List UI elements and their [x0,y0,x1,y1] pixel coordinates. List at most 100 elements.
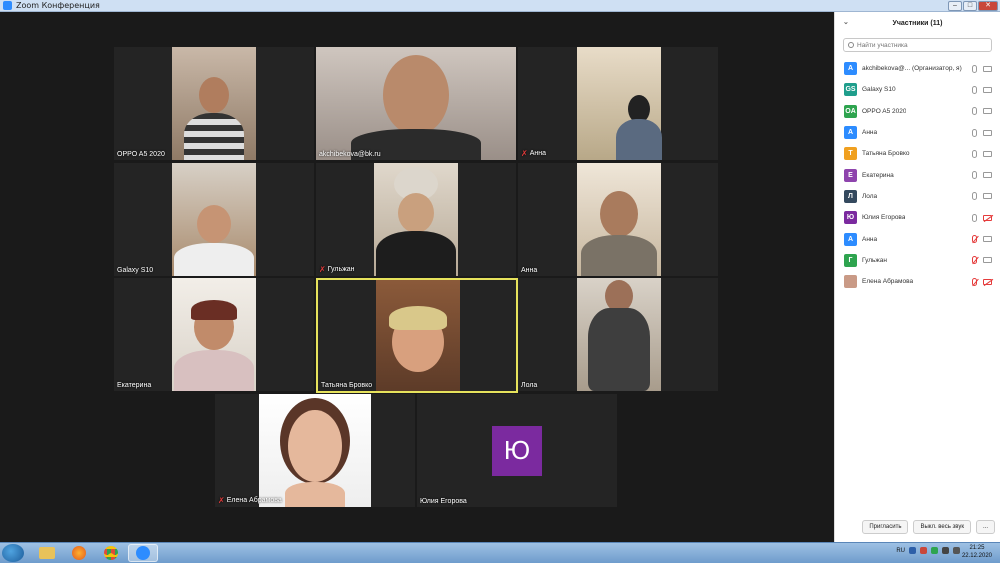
zoom-taskbar-icon[interactable] [128,544,158,562]
chrome-icon[interactable] [96,544,126,562]
video-feed [374,163,458,276]
zoom-app-icon [3,1,12,10]
participant-name-tag: Екатерина [117,382,152,389]
video-icon[interactable] [983,172,992,179]
search-box[interactable] [843,38,992,52]
video-icon[interactable] [983,193,992,200]
video-icon[interactable] [983,108,992,115]
alert-flag-icon[interactable] [920,547,927,554]
muted-mic-icon[interactable] [972,277,977,286]
participant-avatar: OA [844,104,857,118]
volume-icon[interactable] [953,547,960,554]
participant-name: Анна [862,235,878,243]
participant-name-tag: ✗ Анна [521,149,546,158]
participant-avatar: Г [844,253,857,267]
video-feed [577,47,662,160]
mute-all-button[interactable]: Выкл. весь звук [913,520,971,534]
mic-icon[interactable] [972,107,977,116]
participant-name: Елена Абрамова [862,278,914,286]
participant-name-tag: Galaxy S10 [117,267,154,274]
participant-row[interactable]: Aakchibekova@... (Организатор, я) [835,58,1000,79]
participant-row[interactable]: Елена Абрамова [835,271,1000,292]
invite-button[interactable]: Пригласить [862,520,909,534]
participant-name: Лола [862,192,878,200]
video-tile[interactable]: akchibekova@bk.ru [316,47,516,160]
video-tile[interactable]: ✗ Гульжан [316,163,516,276]
video-icon[interactable] [983,65,992,72]
maximize-button[interactable]: □ [963,1,977,11]
clock-date: 22.12.2020 [961,553,992,559]
video-tile[interactable]: Анна [518,163,718,276]
participant-status-icons [972,171,992,180]
video-tile[interactable]: Лола [518,278,718,391]
mic-icon[interactable] [972,192,977,201]
participant-avatar: Л [844,189,857,203]
video-off-icon[interactable] [983,278,992,285]
search-icon [848,42,854,48]
participant-row[interactable]: А Анна [835,122,1000,143]
video-icon[interactable] [983,257,992,264]
muted-mic-icon: ✗ [521,149,528,158]
close-button[interactable]: ✕ [978,1,998,11]
participant-row[interactable]: Г Гульжан [835,250,1000,271]
video-tile[interactable]: OPPO A5 2020 [114,47,314,160]
participant-row[interactable]: Л Лола [835,186,1000,207]
active-speaker-tile[interactable]: Татьяна Бровко [316,278,518,393]
network-icon[interactable] [942,547,949,554]
muted-mic-icon[interactable] [972,235,977,244]
video-tile[interactable]: ✗ Елена Абрамова [215,394,415,507]
chevron-down-icon[interactable]: ⌄ [843,18,849,26]
muted-mic-icon[interactable] [972,256,977,265]
participant-status-icons [972,192,992,201]
more-button[interactable]: ... [975,520,995,534]
video-feed [259,394,371,507]
participant-row[interactable]: Ю Юлия Егорова [835,207,1000,228]
participant-avatar: Е [844,168,857,182]
video-tile[interactable]: Ю Юлия Егорова [417,394,617,507]
participants-panel: ⌄ Участники (11) Aakchibekova@... (Орган… [834,12,1000,542]
participant-status-icons [972,213,992,222]
window-controls: – □ ✕ [948,1,998,11]
language-indicator[interactable]: RU [896,548,905,554]
video-tile[interactable]: Екатерина [114,278,314,391]
participant-status-icons [972,235,992,244]
mic-icon[interactable] [972,64,977,73]
app-tray-icon[interactable] [931,547,938,554]
video-off-icon[interactable] [983,214,992,221]
windows-taskbar: RU 21:25 22.12.2020 [0,542,1000,563]
mic-icon[interactable] [972,171,977,180]
mic-icon[interactable] [972,149,977,158]
mic-icon[interactable] [972,213,977,222]
participant-status-icons [972,128,992,137]
search-input[interactable] [857,41,977,49]
video-icon[interactable] [983,150,992,157]
participant-avatar [844,275,857,289]
video-icon[interactable] [983,86,992,93]
participant-name: Екатерина [862,171,894,179]
mic-icon[interactable] [972,128,977,137]
participant-row[interactable]: Т Татьяна Бровко [835,143,1000,164]
help-icon[interactable] [909,547,916,554]
participant-name: Анна [862,129,878,137]
video-icon[interactable] [983,236,992,243]
participant-avatar: А [844,126,857,140]
firefox-icon[interactable] [64,544,94,562]
muted-mic-icon: ✗ [319,265,326,274]
minimize-button[interactable]: – [948,1,962,11]
video-icon[interactable] [983,129,992,136]
system-clock[interactable]: 21:25 22.12.2020 [962,544,992,560]
participant-avatar: GS [844,83,857,97]
participant-name: Гульжан [862,256,887,264]
participant-row[interactable]: Е Екатерина [835,164,1000,185]
start-button[interactable] [2,544,24,562]
participant-avatar: A [844,62,857,76]
mic-icon[interactable] [972,85,977,94]
participants-footer: Пригласить Выкл. весь звук ... [835,520,1000,534]
system-tray: RU [896,547,960,554]
participant-row[interactable]: OA OPPO A5 2020 [835,101,1000,122]
file-explorer-icon[interactable] [32,544,62,562]
participant-row[interactable]: GS Galaxy S10 [835,79,1000,100]
participant-row[interactable]: А Анна [835,228,1000,249]
video-tile[interactable]: ✗ Анна [518,47,718,160]
video-tile[interactable]: Galaxy S10 [114,163,314,276]
